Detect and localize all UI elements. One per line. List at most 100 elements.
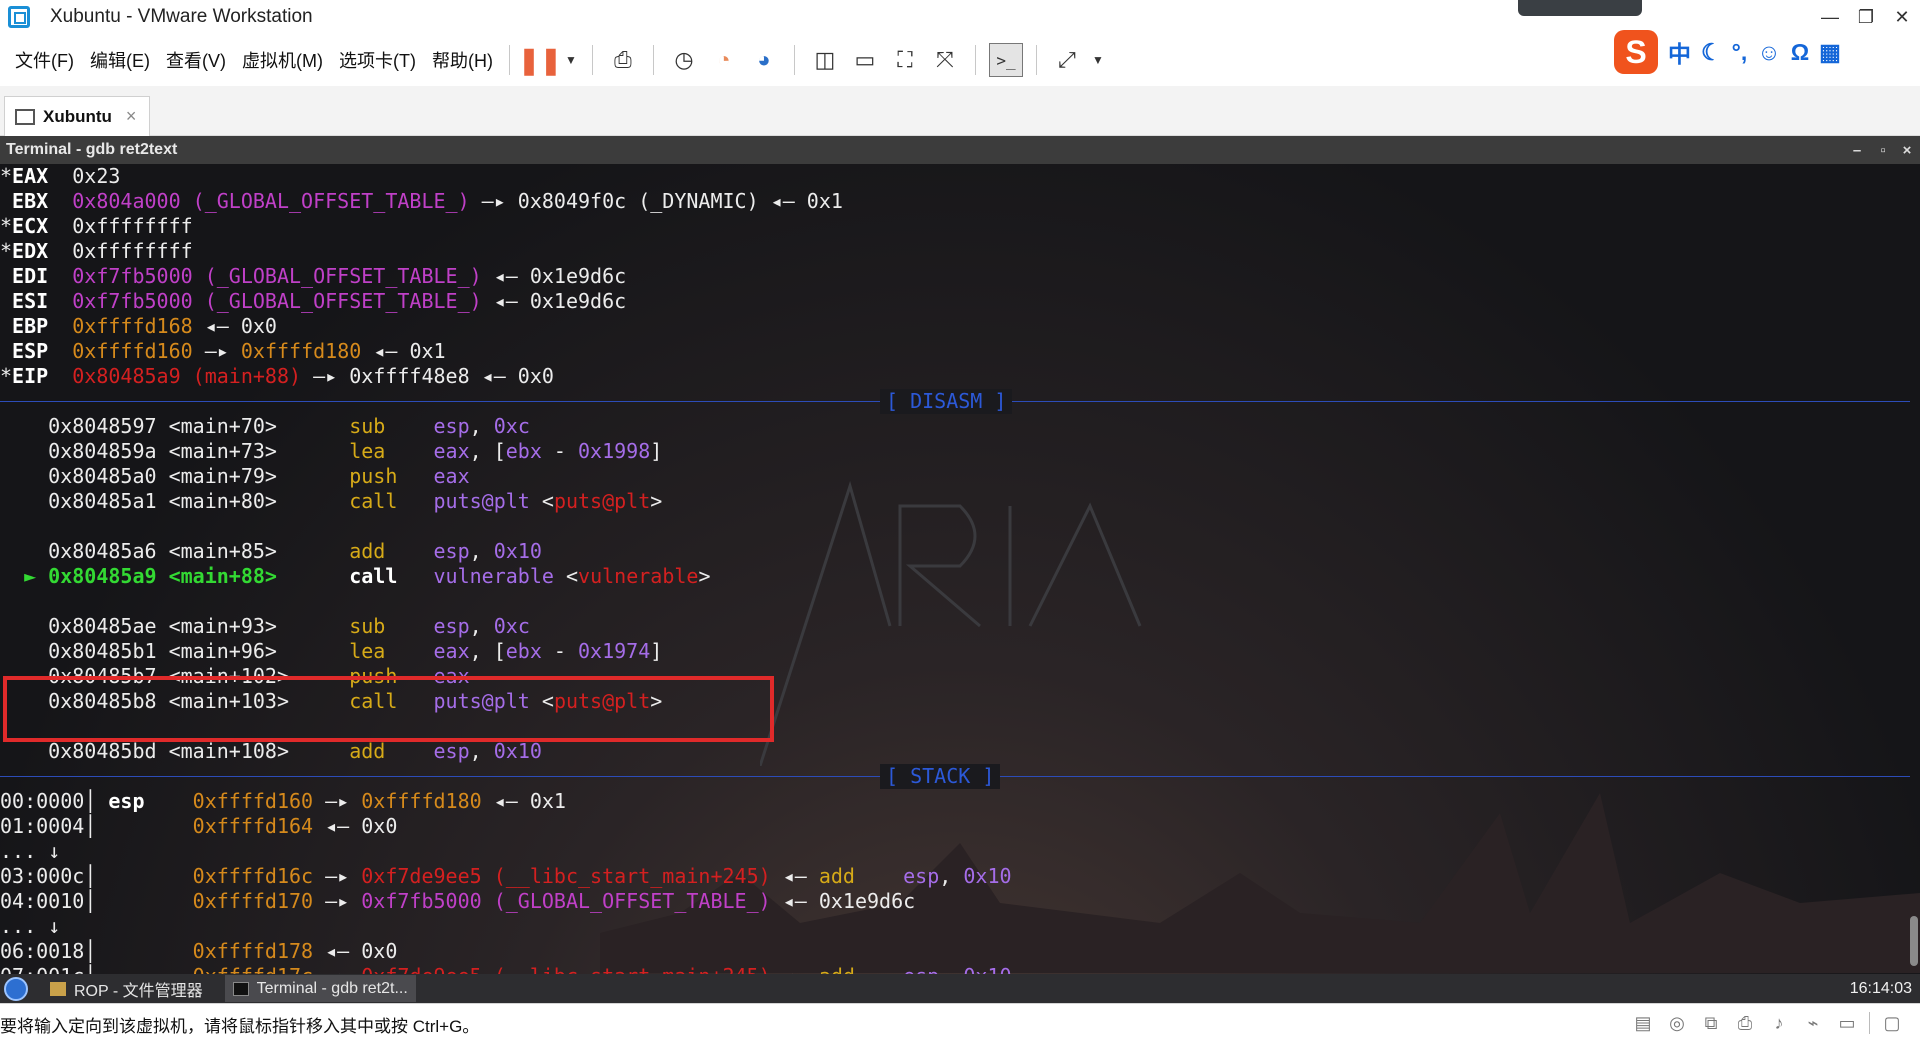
- instruction-operand: vulnerable: [433, 564, 554, 588]
- menu-view[interactable]: 查看(V): [166, 47, 226, 73]
- console-view-icon[interactable]: >_: [988, 43, 1023, 77]
- instruction-operand: puts@plt: [433, 489, 530, 513]
- fullscreen-toolbar-tab[interactable]: [1518, 0, 1642, 16]
- stretch-guest-icon[interactable]: ⤧: [928, 43, 962, 77]
- disasm-row-current: ► 0x80485a9 <main+88> call vulnerable <v…: [0, 564, 1920, 589]
- thumbnail-bar-icon[interactable]: ▭: [848, 43, 882, 77]
- chevron-down-icon[interactable]: ▼: [1090, 43, 1106, 77]
- pc-marker: [0, 464, 48, 488]
- guest-display[interactable]: Terminal - gdb ret2text – ▫ × *EAX 0x23 …: [0, 136, 1920, 1003]
- taskbar-item-terminal[interactable]: Terminal - gdb ret2t...: [224, 975, 416, 1002]
- emoji-icon[interactable]: ☺: [1757, 39, 1780, 66]
- whisker-menu-icon[interactable]: [4, 976, 28, 1001]
- restore-button[interactable]: ❐: [1848, 0, 1884, 34]
- terminal-minimize-icon[interactable]: –: [1844, 136, 1870, 164]
- stack-value: ◂— 0x1e9d6c: [770, 889, 916, 913]
- close-tab-icon[interactable]: ×: [126, 106, 137, 127]
- moon-icon[interactable]: ☾: [1701, 39, 1722, 66]
- network-icon[interactable]: ⧉: [1699, 1012, 1723, 1034]
- register-row: *EAX 0x23: [0, 164, 1920, 189]
- sogou-logo-icon[interactable]: S: [1614, 30, 1658, 74]
- toolbar-separator: [793, 45, 795, 75]
- register-value: 0x804a000 (_GLOBAL_OFFSET_TABLE_): [72, 189, 470, 213]
- register-value: 0xffffffff: [72, 239, 193, 263]
- stack-offset: 01:0004│: [0, 814, 97, 838]
- tab-xubuntu[interactable]: Xubuntu ×: [4, 96, 150, 136]
- stack-value: 0xf7de9ee5 (__libc_start_main+245): [361, 864, 771, 888]
- close-button[interactable]: ✕: [1884, 0, 1920, 34]
- stack-register: esp: [96, 789, 169, 813]
- fullscreen-icon[interactable]: ⤢: [1050, 43, 1084, 77]
- instruction-operand: vulnerable: [578, 564, 699, 588]
- taskbar-item-file-manager[interactable]: ROP - 文件管理器: [42, 975, 211, 1002]
- printer-icon[interactable]: ⎙: [1733, 1012, 1757, 1034]
- display-icon[interactable]: ▭: [1835, 1012, 1859, 1034]
- pause-icon[interactable]: ❚❚: [518, 43, 562, 77]
- section-header: [ STACK ]: [0, 764, 1920, 789]
- xfce-panel: ROP - 文件管理器 Terminal - gdb ret2t... 16:1…: [0, 974, 1920, 1003]
- register-value: ◂— 0x1e9d6c: [481, 289, 627, 313]
- pc-marker: [0, 639, 48, 663]
- panel-clock[interactable]: 16:14:03: [1850, 980, 1912, 998]
- instruction-mnemonic: push: [349, 464, 398, 488]
- register-row: EBP 0xffffd168 ◂— 0x0: [0, 314, 1920, 339]
- message-icon[interactable]: ▢: [1880, 1012, 1904, 1034]
- register-value: —▸ 0xffff48e8 ◂— 0x0: [301, 364, 554, 388]
- register-name: ECX: [12, 214, 49, 238]
- vm-icon: [15, 108, 35, 125]
- drive-icon[interactable]: ▤: [1631, 1012, 1655, 1034]
- fit-guest-icon[interactable]: ⛶: [888, 43, 922, 77]
- chevron-down-icon[interactable]: ▼: [563, 43, 579, 77]
- stack-offset: 03:000c│: [0, 864, 97, 888]
- terminal-close-icon[interactable]: ×: [1894, 136, 1920, 164]
- menu-file[interactable]: 文件(F): [15, 47, 74, 73]
- status-separator: [1869, 1012, 1870, 1034]
- cd-icon[interactable]: ◎: [1665, 1012, 1689, 1034]
- task-label: ROP - 文件管理器: [74, 982, 203, 1000]
- terminal-scrollbar[interactable]: [1910, 916, 1918, 966]
- sound-icon[interactable]: ♪: [1767, 1012, 1791, 1034]
- snapshot-icon[interactable]: ◷: [667, 43, 701, 77]
- snapshot-manager-icon[interactable]: ◕: [747, 43, 781, 77]
- register-flag: [0, 264, 12, 288]
- menu-help[interactable]: 帮助(H): [432, 47, 493, 73]
- usb-icon[interactable]: ⌁: [1801, 1012, 1825, 1034]
- register-flag: *: [0, 214, 13, 238]
- symbol-icon[interactable]: Ω: [1791, 39, 1809, 66]
- section-header-label: [ STACK ]: [880, 764, 1001, 789]
- register-row: *ECX 0xffffffff: [0, 214, 1920, 239]
- pc-marker: [0, 439, 48, 463]
- minimize-button[interactable]: —: [1812, 0, 1848, 34]
- pc-marker: [0, 614, 48, 638]
- sidebar-toggle-icon[interactable]: ◫: [808, 43, 842, 77]
- terminal-maximize-icon[interactable]: ▫: [1870, 136, 1896, 164]
- disasm-row: 0x80485a0 <main+79> push eax: [0, 464, 1920, 489]
- menu-edit[interactable]: 编辑(E): [90, 47, 150, 73]
- menu-vm[interactable]: 虚拟机(M): [242, 47, 323, 73]
- stack-value: 0xffffd178: [192, 939, 314, 963]
- toolbar-separator: [591, 45, 593, 75]
- terminal-output[interactable]: *EAX 0x23 EBX 0x804a000 (_GLOBAL_OFFSET_…: [0, 164, 1920, 988]
- send-ctrl-alt-del-icon[interactable]: ⎙: [606, 43, 640, 77]
- stack-offset: 04:0010│: [0, 889, 97, 913]
- ime-toolbar: S 中 ☾ °, ☺ Ω ▦: [1614, 30, 1841, 74]
- menu-tabs[interactable]: 选项卡(T): [339, 47, 416, 73]
- ime-mode-toggle[interactable]: 中: [1668, 35, 1691, 69]
- punctuation-icon[interactable]: °,: [1732, 39, 1748, 66]
- stack-value: 0xffffd160: [192, 789, 314, 813]
- register-flag: [0, 339, 12, 363]
- revert-snapshot-icon[interactable]: ◔: [707, 43, 741, 77]
- instruction-operand: -: [541, 639, 579, 663]
- toolbox-icon[interactable]: ▦: [1819, 39, 1841, 66]
